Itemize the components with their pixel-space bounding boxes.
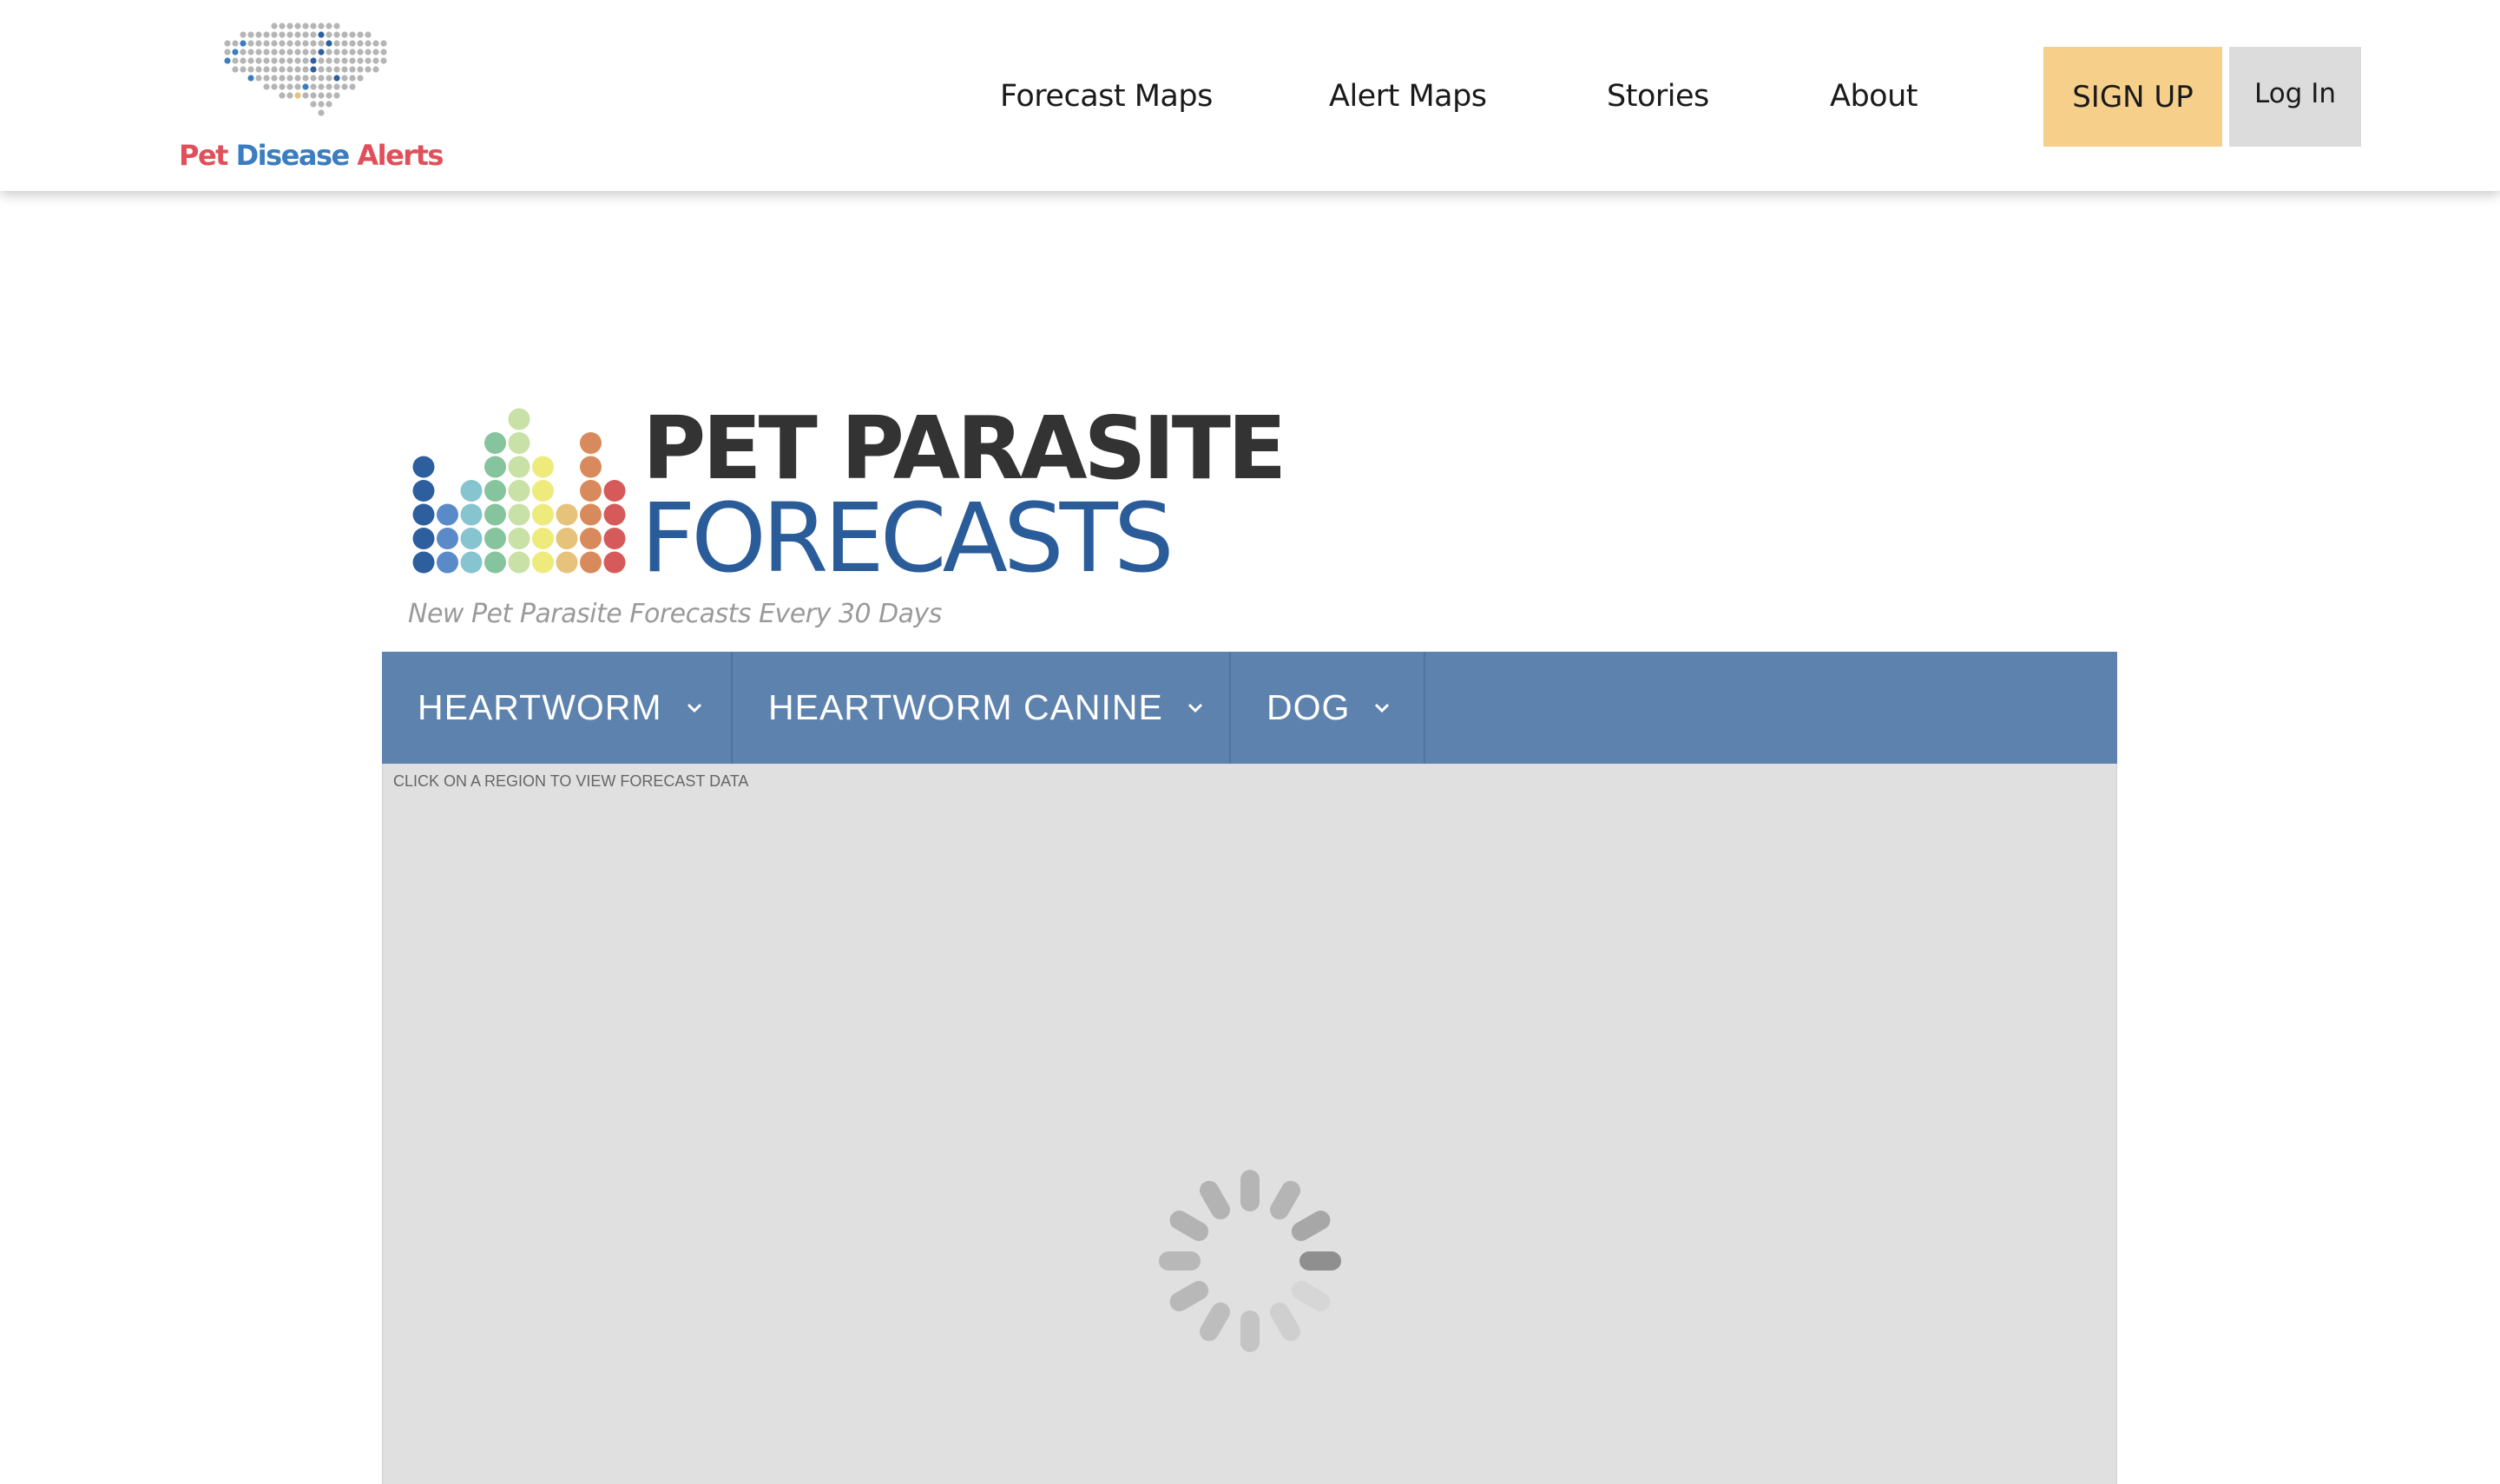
sign-up-button[interactable]: SIGN UP <box>2043 47 2222 147</box>
map-instruction: CLICK ON A REGION TO VIEW FORECAST DATA <box>393 772 749 790</box>
loading-spinner-icon <box>1159 1170 1341 1352</box>
chevron-down-icon <box>687 703 701 712</box>
brand-name: Pet Disease Alerts <box>179 139 444 172</box>
dot-bar-chart-logo <box>412 408 626 574</box>
forecast-filter-bar: HEARTWORM HEARTWORM CANINE DOG <box>382 652 2117 764</box>
disease-dropdown-label: HEARTWORM CANINE <box>768 687 1163 727</box>
parasite-dropdown[interactable]: HEARTWORM <box>382 652 733 764</box>
nav-forecast-maps[interactable]: Forecast Maps <box>1000 75 1213 118</box>
brand-word-3: Alerts <box>357 139 444 172</box>
nav-stories[interactable]: Stories <box>1607 75 1709 118</box>
brand-word-1: Pet <box>179 139 228 172</box>
species-dropdown[interactable]: DOG <box>1231 652 1425 764</box>
chevron-down-icon <box>1375 703 1390 712</box>
nav-alert-maps[interactable]: Alert Maps <box>1329 75 1487 118</box>
brand-word-2: Disease <box>235 139 351 172</box>
log-in-button[interactable]: Log In <box>2229 47 2361 147</box>
pet-disease-alerts-logo[interactable]: Pet Disease Alerts <box>179 19 444 175</box>
disease-dropdown[interactable]: HEARTWORM CANINE <box>733 652 1231 764</box>
logo-title-line-2: FORECASTS <box>641 483 1174 594</box>
site-header: Pet Disease Alerts Forecast Maps Alert M… <box>0 0 2500 191</box>
forecast-map-area[interactable]: CLICK ON A REGION TO VIEW FORECAST DATA <box>382 764 2117 1484</box>
species-dropdown-label: DOG <box>1266 687 1351 727</box>
nav-about[interactable]: About <box>1830 75 1918 118</box>
pet-parasite-forecasts-logo: PET PARASITE FORECASTS <box>408 401 1286 590</box>
parasite-dropdown-label: HEARTWORM <box>418 687 662 727</box>
us-map-dots-logo <box>224 23 387 116</box>
forecast-tagline: New Pet Parasite Forecasts Every 30 Days <box>408 599 942 629</box>
chevron-down-icon <box>1188 703 1202 712</box>
